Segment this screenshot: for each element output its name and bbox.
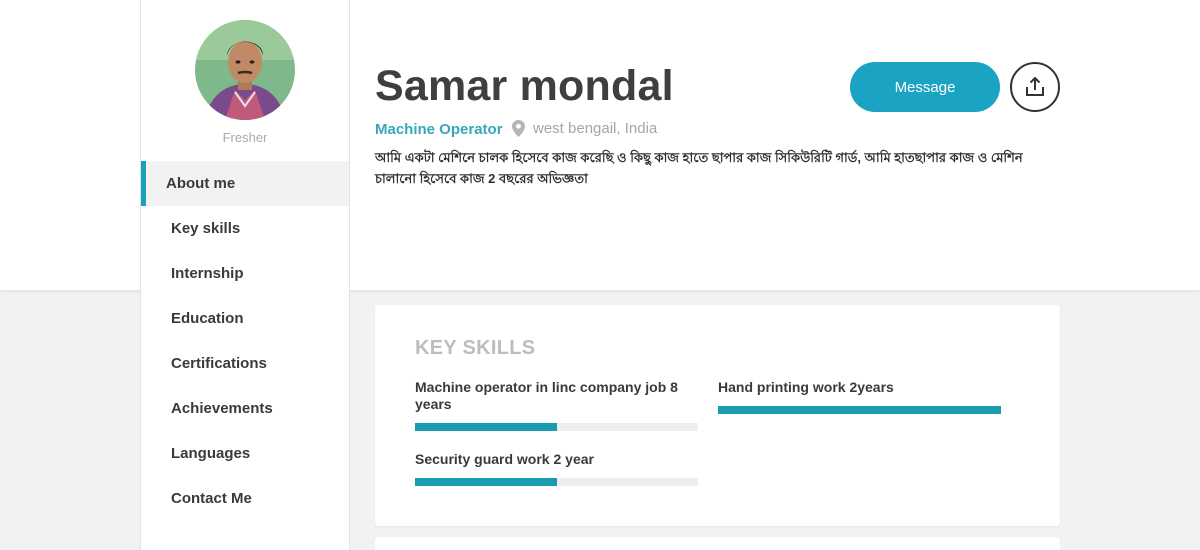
skill-label: Security guard work 2 year (415, 451, 594, 467)
profile-name: Samar mondal (375, 62, 674, 110)
location: west bengail, India (512, 120, 657, 137)
bio-text: আমি একটা মেশিনে চালক হিসেবে কাজ করেছি ও … (375, 150, 1023, 186)
skill-bar-track (718, 406, 1001, 414)
sidebar-nav: About me Key skills Internship Education… (141, 161, 349, 521)
skill-item: Security guard work 2 year (415, 451, 698, 491)
share-button[interactable] (1010, 62, 1060, 112)
sidebar-item-about-me[interactable]: About me (141, 161, 349, 206)
sidebar-item-certifications[interactable]: Certifications (141, 341, 349, 386)
location-text: west bengail, India (533, 120, 658, 137)
skill-label: Machine operator in linc company job 8 y… (415, 379, 678, 412)
skill-label: Hand printing work 2years (718, 379, 894, 395)
skill-item: Hand printing work 2years (718, 379, 1001, 419)
skill-bar-track (415, 423, 698, 431)
sidebar-item-education[interactable]: Education (141, 296, 349, 341)
key-skills-card: KEY SKILLS Machine operator in linc comp… (375, 305, 1060, 526)
skill-bar-track (415, 478, 698, 486)
key-skills-title: KEY SKILLS (415, 337, 536, 359)
map-pin-icon (512, 120, 525, 137)
avatar[interactable] (195, 20, 295, 120)
sidebar-item-contact-me[interactable]: Contact Me (141, 476, 349, 521)
sidebar-item-internship[interactable]: Internship (141, 251, 349, 296)
skill-bar-fill (718, 406, 1001, 414)
avatar-photo (195, 20, 295, 120)
sidebar-item-key-skills[interactable]: Key skills (141, 206, 349, 251)
sidebar-item-achievements[interactable]: Achievements (141, 386, 349, 431)
sidebar-item-languages[interactable]: Languages (141, 431, 349, 476)
sidebar: Fresher About me Key skills Internship E… (140, 0, 350, 550)
profile-status: Fresher (222, 130, 268, 145)
skill-bar-fill (415, 423, 557, 431)
job-title: Machine Operator (375, 121, 503, 138)
skill-item: Machine operator in linc company job 8 y… (415, 379, 698, 439)
skill-bar-fill (415, 478, 557, 486)
share-upload-icon (1026, 77, 1044, 96)
next-section-card (375, 537, 1060, 550)
message-button[interactable]: Message (850, 62, 1000, 112)
